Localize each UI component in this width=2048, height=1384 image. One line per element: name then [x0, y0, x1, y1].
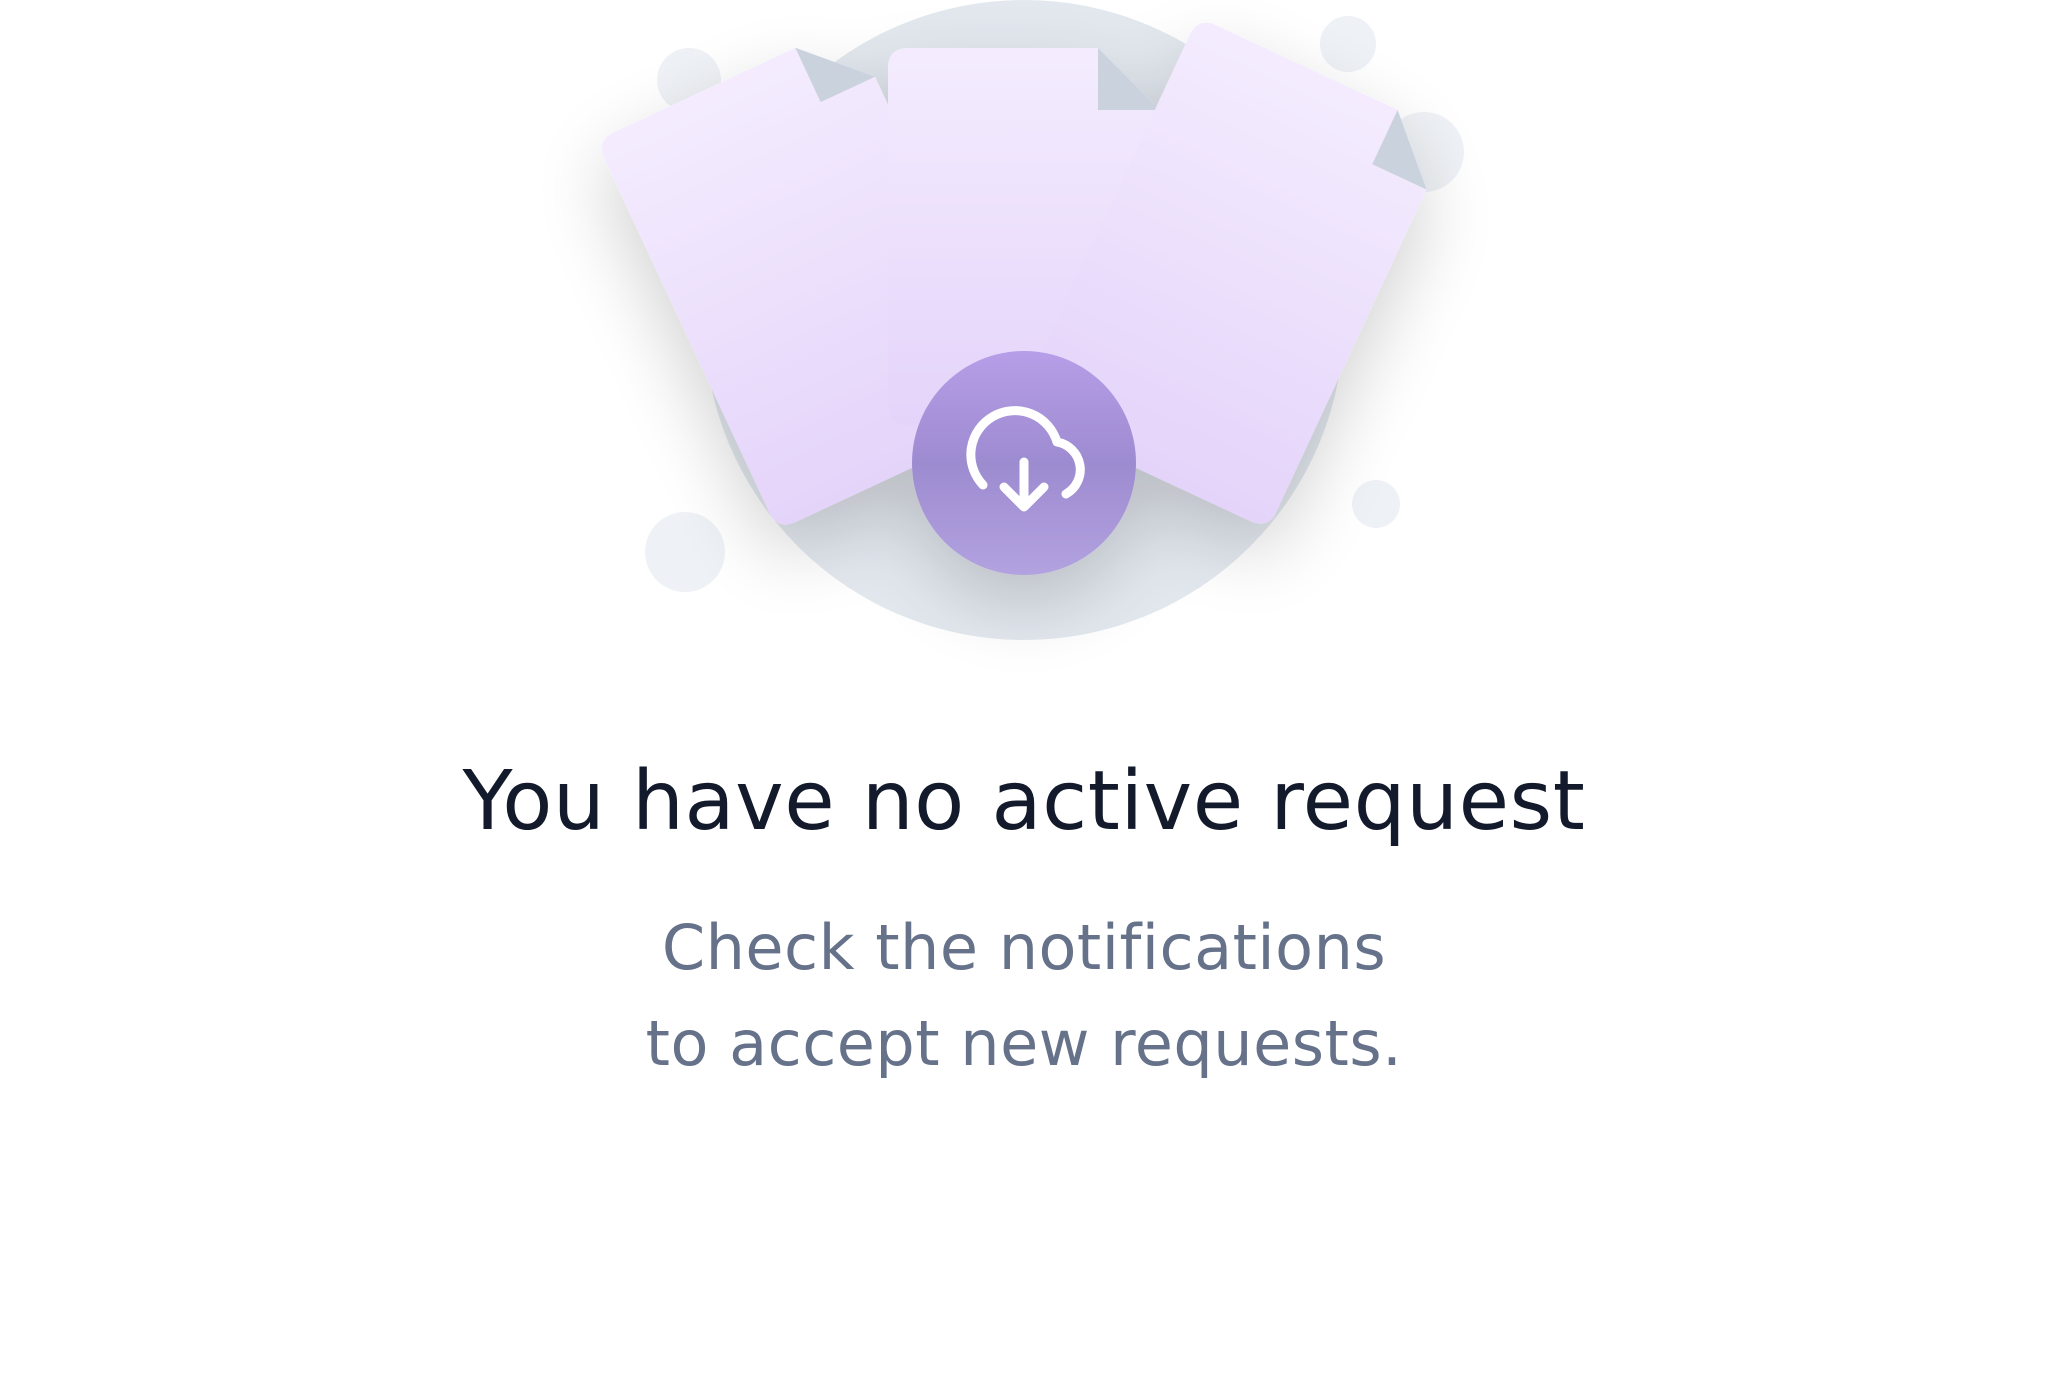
decorative-dot — [1352, 480, 1400, 528]
decorative-dot — [1320, 16, 1376, 72]
empty-state-screen: You have no active request Check the not… — [0, 0, 2048, 1384]
empty-state-subtitle: Check the notifications to accept new re… — [0, 900, 2048, 1092]
empty-state-subtitle-line: Check the notifications — [661, 911, 1387, 984]
empty-state-subtitle-line: to accept new requests. — [645, 1007, 1403, 1080]
decorative-dot — [645, 512, 725, 592]
empty-requests-illustration — [0, 0, 2048, 680]
empty-state-title: You have no active request — [462, 754, 1586, 849]
